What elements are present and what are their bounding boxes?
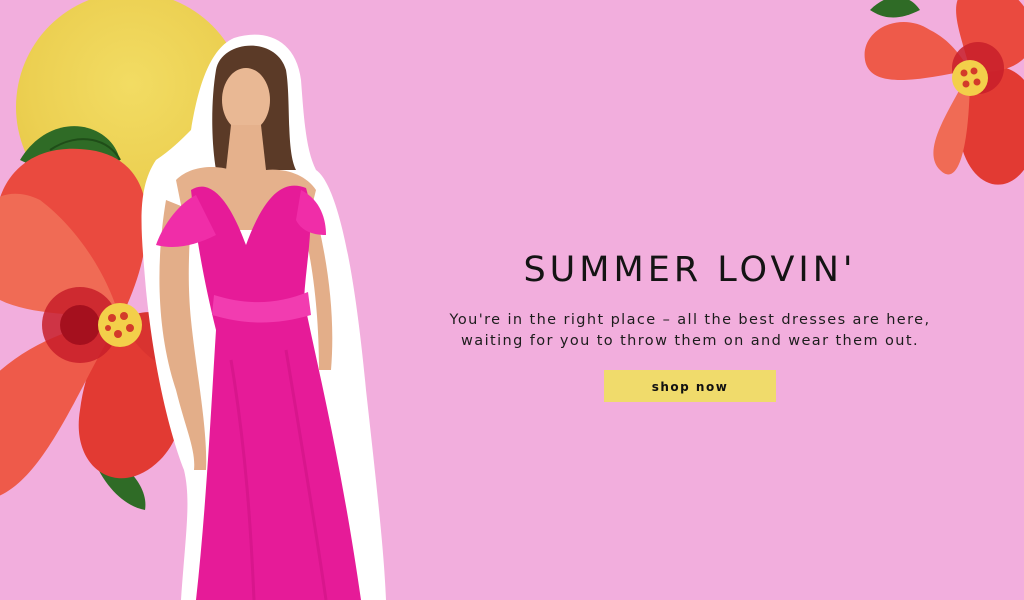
- promo-content: SUMMER LOVIN' You're in the right place …: [400, 250, 980, 402]
- promo-subtext-line-1: You're in the right place – all the best…: [449, 312, 931, 328]
- promo-subtext: You're in the right place – all the best…: [400, 310, 980, 352]
- hibiscus-flower-top-right: [860, 0, 1024, 200]
- promo-subtext-line-2: waiting for you to throw them on and wea…: [461, 333, 919, 349]
- model-pink-dress-image: [136, 30, 396, 600]
- promo-headline: SUMMER LOVIN': [523, 250, 857, 290]
- shop-now-button[interactable]: shop now: [604, 370, 776, 402]
- promo-banner: SUMMER LOVIN' You're in the right place …: [0, 0, 1024, 600]
